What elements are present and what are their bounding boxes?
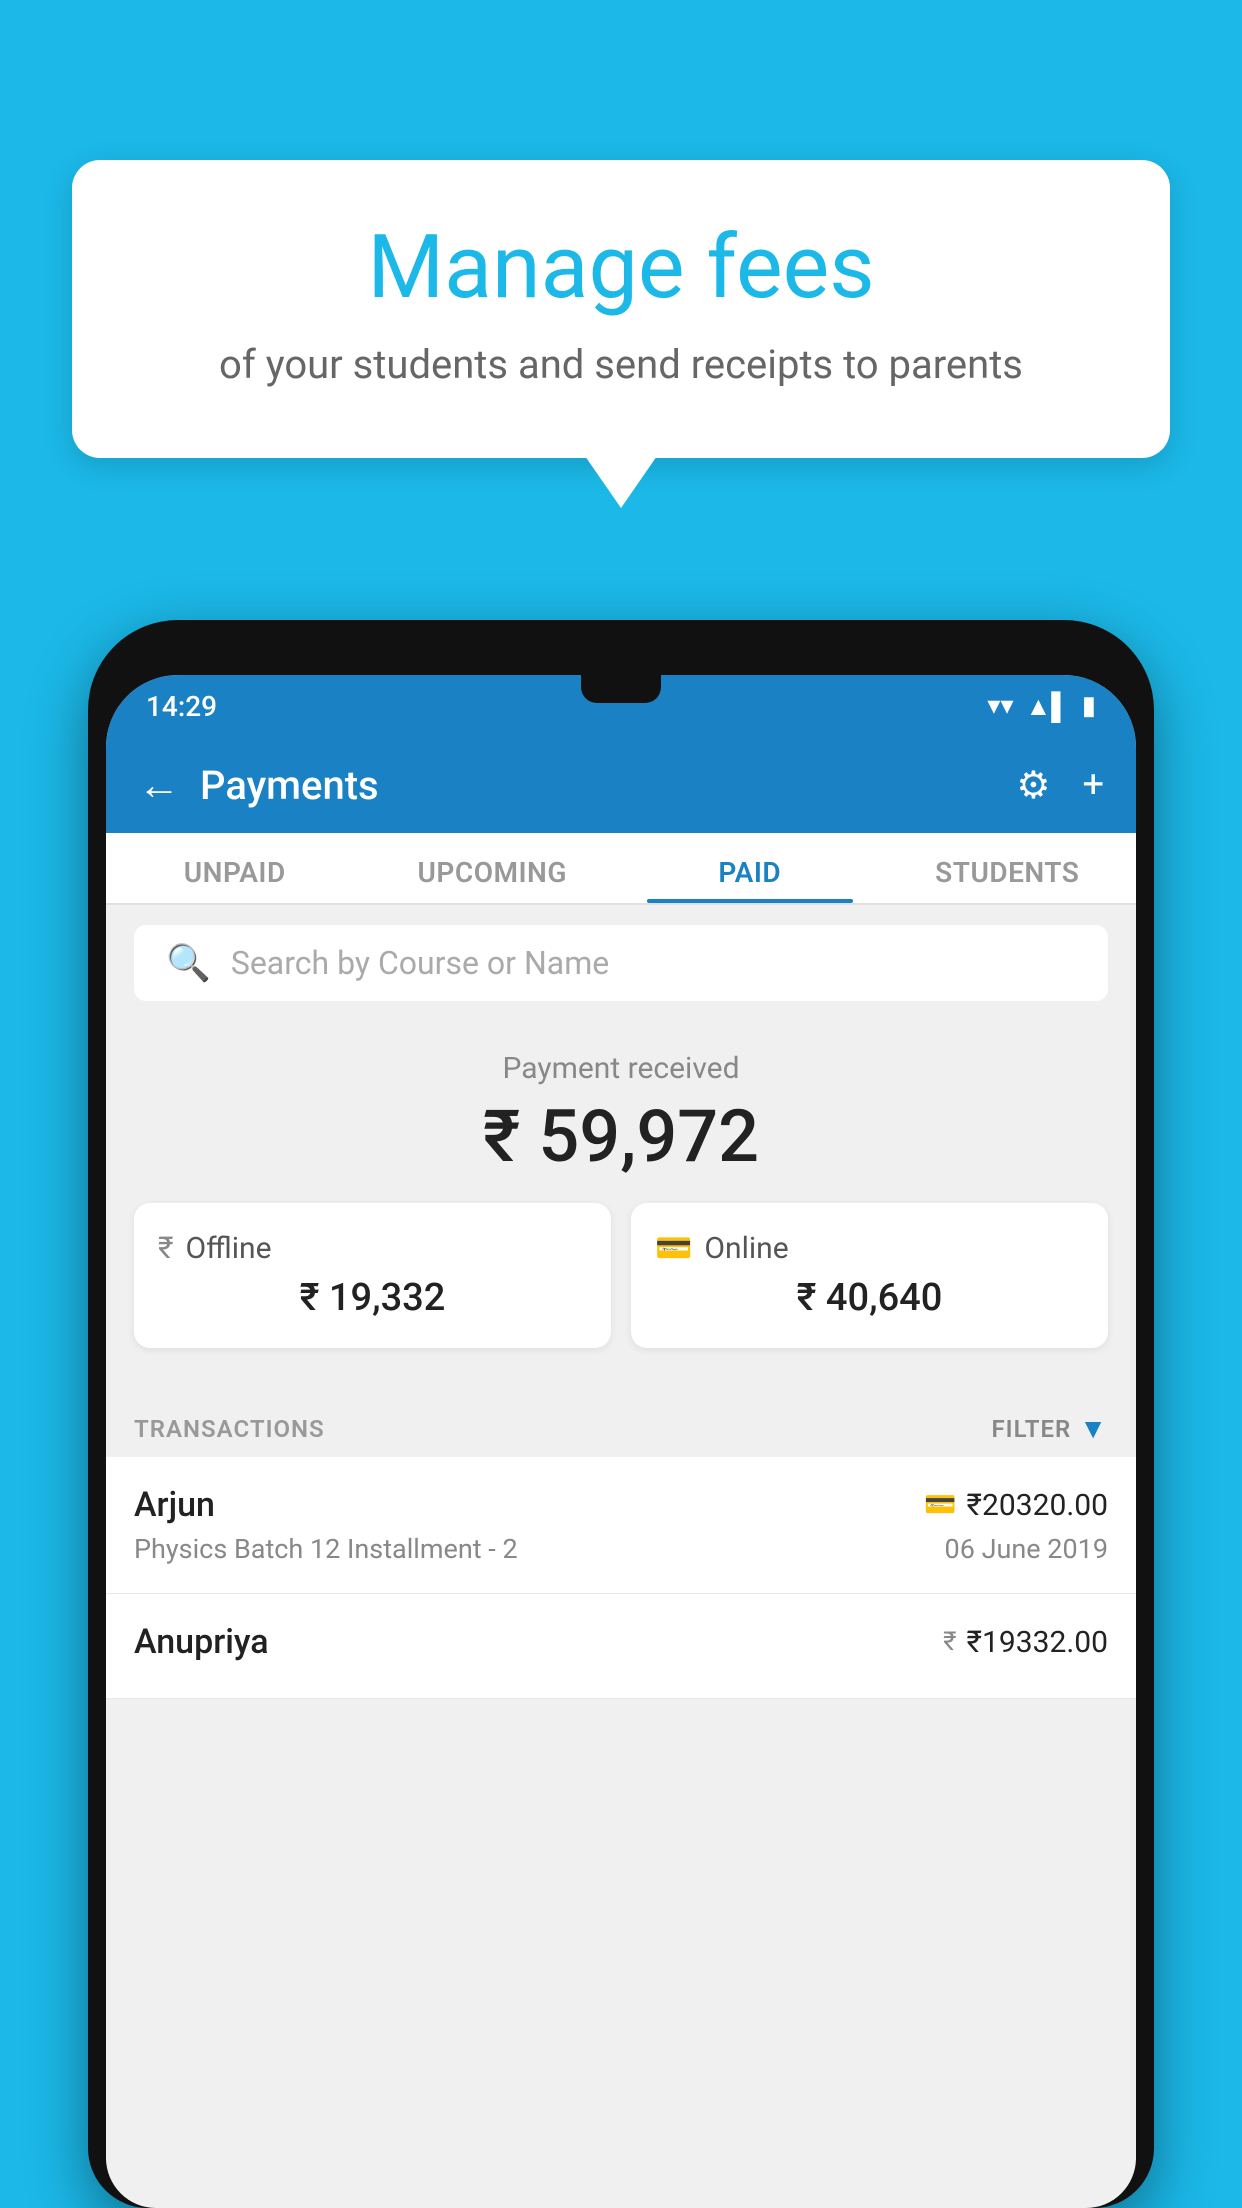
bubble-title: Manage fees [152,220,1090,317]
transaction-row-2: Anupriya ₹ ₹19332.00 [134,1622,1108,1662]
cash-payment-icon: ₹ [943,1627,956,1657]
tabs-bar: UNPAID UPCOMING PAID STUDENTS [106,833,1136,905]
app-header: ← Payments ⚙ + [106,737,1136,833]
card-icon: 💳 [655,1231,692,1266]
filter-button[interactable]: FILTER ▼ [991,1412,1108,1445]
wifi-icon: ▾▾ [987,691,1013,721]
phone-notch [551,620,691,658]
status-icons: ▾▾ ▲▌ ▮ [987,691,1096,722]
payment-cards: ₹ Offline ₹ 19,332 💳 Online ₹ 40,640 [134,1203,1108,1372]
transaction-amount-anupriya: ₹ ₹19332.00 [943,1625,1108,1660]
tab-paid[interactable]: PAID [621,856,879,903]
transactions-header: TRANSACTIONS FILTER ▼ [106,1392,1136,1457]
filter-icon: ▼ [1079,1412,1108,1445]
header-title: Payments [200,762,1016,809]
tab-upcoming[interactable]: UPCOMING [364,856,622,903]
offline-label: Offline [186,1231,272,1266]
tab-unpaid[interactable]: UNPAID [106,856,364,903]
online-amount: ₹ 40,640 [655,1276,1084,1320]
transaction-item[interactable]: Arjun 💳 ₹20320.00 Physics Batch 12 Insta… [106,1457,1136,1594]
gear-icon[interactable]: ⚙ [1016,763,1050,808]
phone-frame: 14:29 ▾▾ ▲▌ ▮ ← Payments ⚙ + UNPAID UPCO… [88,620,1154,2208]
offline-card-header: ₹ Offline [158,1231,587,1266]
card-payment-icon: 💳 [924,1490,956,1520]
amount-anupriya: ₹19332.00 [967,1625,1108,1660]
transaction-item-2[interactable]: Anupriya ₹ ₹19332.00 [106,1594,1136,1699]
speech-bubble: Manage fees of your students and send re… [72,160,1170,458]
cash-icon: ₹ [158,1231,174,1266]
transaction-list: Arjun 💳 ₹20320.00 Physics Batch 12 Insta… [106,1457,1136,1699]
phone-screen: 14:29 ▾▾ ▲▌ ▮ ← Payments ⚙ + UNPAID UPCO… [106,675,1136,2208]
search-icon: 🔍 [166,942,211,984]
payment-received-label: Payment received [134,1051,1108,1086]
transaction-row-1: Arjun 💳 ₹20320.00 [134,1485,1108,1525]
transaction-amount-arjun: 💳 ₹20320.00 [924,1488,1108,1523]
battery-icon: ▮ [1082,691,1096,721]
course-arjun: Physics Batch 12 Installment - 2 [134,1533,518,1565]
online-label: Online [704,1231,788,1266]
signal-icon: ▲▌ [1026,691,1070,722]
status-time: 14:29 [146,690,217,723]
student-name-anupriya: Anupriya [134,1622,269,1662]
online-card: 💳 Online ₹ 40,640 [631,1203,1108,1348]
inner-notch [581,675,661,703]
payment-summary: Payment received ₹ 59,972 ₹ Offline ₹ 19… [106,1021,1136,1392]
offline-card: ₹ Offline ₹ 19,332 [134,1203,611,1348]
transactions-label: TRANSACTIONS [134,1415,325,1443]
bubble-subtitle: of your students and send receipts to pa… [152,341,1090,388]
status-bar: 14:29 ▾▾ ▲▌ ▮ [106,675,1136,737]
search-input[interactable]: Search by Course or Name [231,944,609,982]
tab-students[interactable]: STUDENTS [879,856,1137,903]
plus-icon[interactable]: + [1082,763,1104,807]
offline-amount: ₹ 19,332 [158,1276,587,1320]
date-arjun: 06 June 2019 [945,1533,1108,1565]
back-button[interactable]: ← [138,761,180,810]
filter-label: FILTER [991,1415,1071,1443]
header-actions: ⚙ + [1016,763,1104,808]
amount-arjun: ₹20320.00 [967,1488,1108,1523]
search-container: 🔍 Search by Course or Name [106,905,1136,1021]
transaction-detail-arjun: Physics Batch 12 Installment - 2 06 June… [134,1533,1108,1565]
online-card-header: 💳 Online [655,1231,1084,1266]
payment-total-amount: ₹ 59,972 [134,1094,1108,1179]
student-name-arjun: Arjun [134,1485,215,1525]
search-bar[interactable]: 🔍 Search by Course or Name [134,925,1108,1001]
